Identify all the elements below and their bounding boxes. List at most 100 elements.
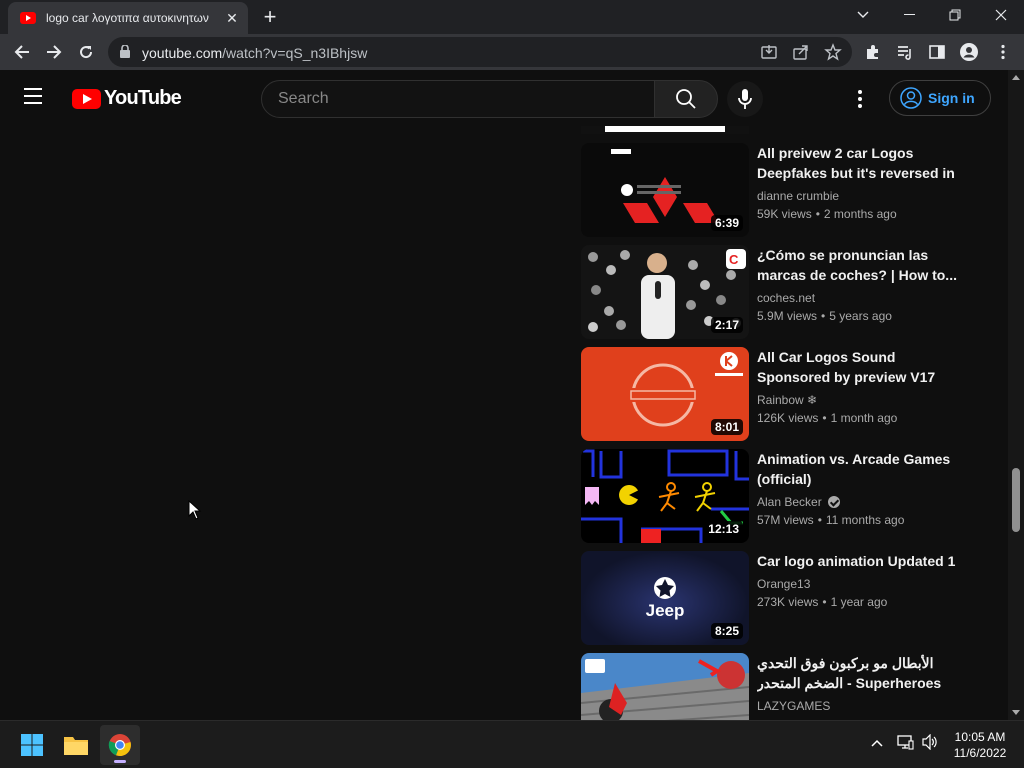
sign-in-button[interactable]: Sign in <box>889 80 991 116</box>
video-stats: 57M views • 11 months ago <box>757 513 905 527</box>
url-host: youtube.com <box>142 45 223 61</box>
bookmark-star-icon[interactable] <box>824 43 842 61</box>
related-video[interactable]: Jeep 8:25 Car logo animation Updated 1 O… <box>581 551 981 645</box>
search-input[interactable] <box>278 90 638 108</box>
video-meta: All preivew 2 car Logos Deepfakes but it… <box>757 143 967 223</box>
start-button[interactable] <box>12 725 52 765</box>
video-thumbnail[interactable]: 12:13 <box>581 449 749 543</box>
video-channel[interactable]: Orange13 <box>757 575 967 593</box>
video-title[interactable]: All preivew 2 car Logos Deepfakes but it… <box>757 143 967 183</box>
address-bar[interactable]: youtube.com/watch?v=qS_n3IBhjsw <box>108 37 852 67</box>
channel-name[interactable]: dianne crumbie <box>757 187 839 205</box>
restore-button[interactable] <box>932 0 978 30</box>
video-thumbnail[interactable]: 6:39 <box>581 143 749 237</box>
guide-menu-icon[interactable] <box>24 88 48 108</box>
close-window-button[interactable] <box>978 0 1024 30</box>
view-count: 126K views <box>757 411 819 425</box>
share-icon[interactable] <box>792 43 810 61</box>
related-video[interactable]: 8:01 All Car Logos Sound Sponsored by pr… <box>581 347 981 441</box>
channel-name[interactable]: Orange13 <box>757 575 810 593</box>
video-channel[interactable]: LAZYGAMES <box>757 697 967 715</box>
youtube-logo[interactable]: YouTube <box>72 87 182 110</box>
channel-name[interactable]: LAZYGAMES <box>757 697 830 715</box>
chrome-taskbar-button[interactable] <box>100 725 140 765</box>
related-video[interactable]: 12:13 Animation vs. Arcade Games (offici… <box>581 449 981 543</box>
tab-title: logo car λογοτιπα αυτοκινητων <box>46 11 209 25</box>
forward-button[interactable] <box>40 38 68 66</box>
folder-icon <box>64 737 88 755</box>
profile-avatar-icon[interactable] <box>960 43 978 61</box>
browser-toolbar: youtube.com/watch?v=qS_n3IBhjsw <box>0 34 1024 70</box>
video-channel[interactable]: dianne crumbie <box>757 187 967 205</box>
video-duration: 12:13 <box>704 521 743 537</box>
scrollbar-thumb[interactable] <box>1012 468 1020 532</box>
related-video[interactable]: C 2:17 ¿Cómo se pronuncian las marcas de… <box>581 245 981 339</box>
volume-icon[interactable] <box>921 733 939 755</box>
account-icon <box>900 87 922 109</box>
search-button[interactable] <box>654 80 718 118</box>
video-channel[interactable]: Alan Becker <box>757 493 967 511</box>
channel-name[interactable]: Alan Becker <box>757 493 822 511</box>
extensions-icon[interactable] <box>864 43 882 61</box>
video-stats: 59K views • 2 months ago <box>757 207 897 221</box>
settings-more-icon[interactable] <box>848 87 872 111</box>
mouse-cursor-icon <box>188 500 202 520</box>
url-text[interactable]: youtube.com/watch?v=qS_n3IBhjsw <box>142 45 367 61</box>
clock-date: 11/6/2022 <box>953 746 1007 760</box>
page-scrollbar[interactable] <box>1008 70 1024 720</box>
video-stats: 5.9M views • 5 years ago <box>757 309 892 323</box>
related-video[interactable]: 6:39 All preivew 2 car Logos Deepfakes b… <box>581 143 981 237</box>
youtube-favicon-icon <box>20 12 36 24</box>
video-thumbnail[interactable]: Jeep 8:25 <box>581 551 749 645</box>
system-clock[interactable]: 10:05 AM 11/6/2022 <box>950 729 1010 761</box>
upload-age: 1 month ago <box>830 411 898 425</box>
channel-name[interactable]: Rainbow ❄ <box>757 391 817 409</box>
youtube-play-logo-icon <box>72 88 101 109</box>
svg-text:Jeep: Jeep <box>646 601 685 620</box>
show-hidden-icons-chevron-icon[interactable] <box>870 735 884 753</box>
video-channel[interactable]: coches.net <box>757 289 967 307</box>
reload-button[interactable] <box>72 38 100 66</box>
video-title[interactable]: Animation vs. Arcade Games (official) <box>757 449 967 489</box>
view-count: 273K views <box>757 595 819 609</box>
tab-search-icon[interactable] <box>840 0 886 30</box>
lock-icon[interactable] <box>120 44 130 63</box>
partial-video-thumbnail[interactable] <box>581 126 749 134</box>
upload-age: 11 months ago <box>825 513 905 527</box>
scroll-down-arrow-icon[interactable] <box>1012 710 1020 715</box>
tab-close-icon[interactable]: ✕ <box>224 10 240 26</box>
related-video[interactable]: الأبطال مو بركبون فوق التحدي الضخم المتح… <box>581 653 981 720</box>
channel-name[interactable]: coches.net <box>757 289 815 307</box>
scroll-up-arrow-icon[interactable] <box>1012 75 1020 80</box>
back-button[interactable] <box>8 38 36 66</box>
video-title[interactable]: All Car Logos Sound Sponsored by preview… <box>757 347 967 387</box>
video-title[interactable]: ¿Cómo se pronuncian las marcas de coches… <box>757 245 967 285</box>
video-meta: الأبطال مو بركبون فوق التحدي الضخم المتح… <box>757 653 967 715</box>
video-duration: 6:39 <box>710 215 743 231</box>
view-count: 59K views <box>757 207 812 221</box>
minimize-button[interactable] <box>886 0 932 30</box>
new-tab-button[interactable]: + <box>258 6 282 30</box>
install-app-icon[interactable] <box>760 43 778 61</box>
youtube-logo-text: YouTube <box>104 87 182 109</box>
side-panel-icon[interactable] <box>928 43 946 61</box>
video-thumbnail[interactable]: C 2:17 <box>581 245 749 339</box>
video-channel[interactable]: Rainbow ❄ <box>757 391 967 409</box>
windows-taskbar: 10:05 AM 11/6/2022 <box>0 720 1024 768</box>
video-meta: All Car Logos Sound Sponsored by preview… <box>757 347 967 427</box>
url-path: /watch?v=qS_n3IBhjsw <box>222 45 368 61</box>
upload-age: 1 year ago <box>830 595 888 609</box>
active-app-indicator <box>114 760 126 763</box>
video-meta: Car logo animation Updated 1 Orange13 27… <box>757 551 967 611</box>
video-thumbnail[interactable] <box>581 653 749 720</box>
video-thumbnail[interactable]: 8:01 <box>581 347 749 441</box>
chrome-menu-icon[interactable] <box>994 43 1012 61</box>
file-explorer-button[interactable] <box>56 725 96 765</box>
voice-search-button[interactable] <box>727 81 763 117</box>
browser-tab[interactable]: logo car λογοτιπα αυτοκινητων ✕ <box>8 2 248 34</box>
video-title[interactable]: Car logo animation Updated 1 <box>757 551 967 571</box>
network-icon[interactable] <box>896 734 914 755</box>
media-controls-icon[interactable] <box>896 43 914 61</box>
video-duration: 8:01 <box>710 419 743 435</box>
video-title[interactable]: الأبطال مو بركبون فوق التحدي الضخم المتح… <box>757 653 967 693</box>
